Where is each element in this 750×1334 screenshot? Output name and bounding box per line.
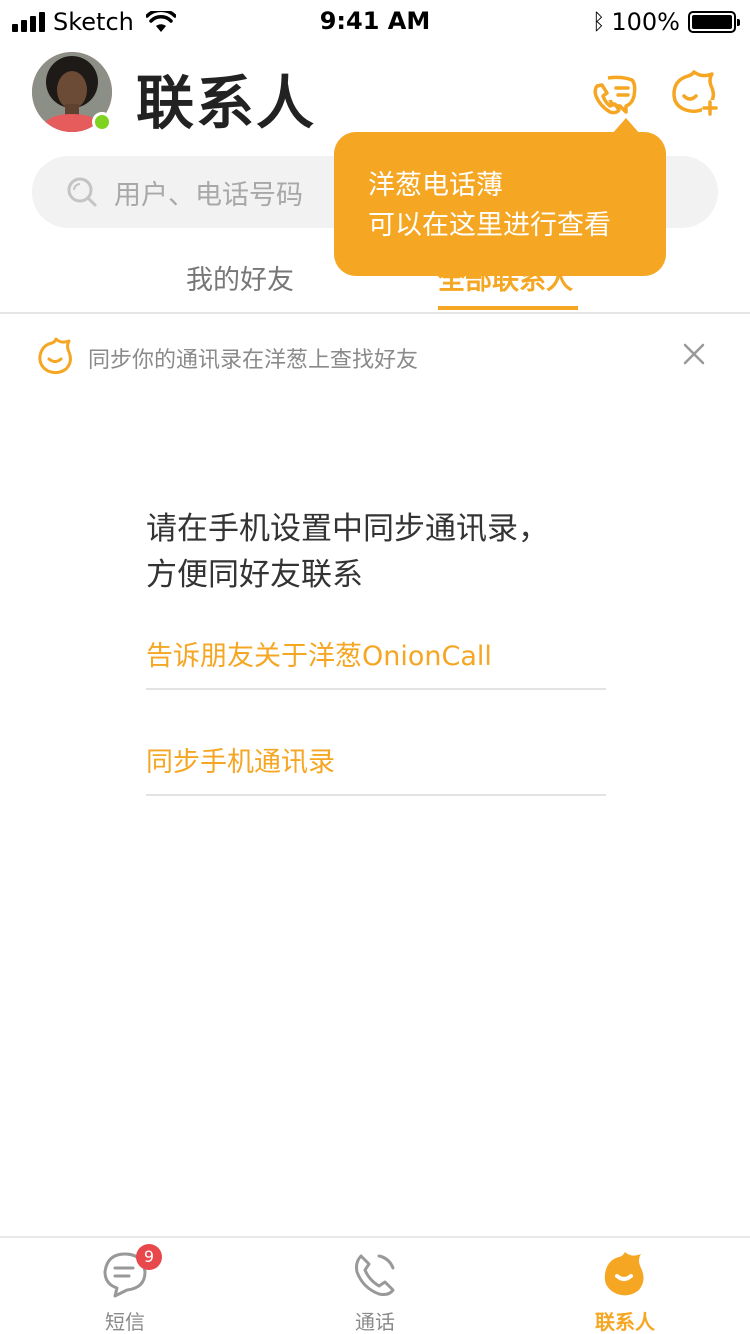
tooltip-line-2: 可以在这里进行查看: [368, 210, 611, 241]
tab-my-friends[interactable]: 我的好友: [186, 258, 294, 297]
nav-item-calls[interactable]: 通话: [250, 1238, 500, 1334]
empty-state-line-2: 方便同好友联系: [146, 557, 363, 593]
nav-label-calls: 通话: [355, 1310, 395, 1334]
battery-icon: [688, 11, 740, 33]
divider: [146, 794, 606, 796]
close-icon[interactable]: [678, 338, 710, 370]
search-placeholder: 用户、电话号码: [114, 179, 303, 211]
phonebook-icon[interactable]: [588, 66, 640, 118]
add-contact-icon[interactable]: [668, 66, 720, 118]
unread-badge: 9: [136, 1244, 162, 1270]
onion-icon: [604, 1252, 644, 1296]
onion-logo-icon: [38, 337, 72, 375]
nav-item-messages[interactable]: 9 短信: [0, 1238, 250, 1334]
phonebook-tooltip[interactable]: 洋葱电话薄 可以在这里进行查看: [334, 132, 666, 276]
online-status-dot: [92, 112, 112, 132]
nav-label-contacts: 联系人: [595, 1310, 655, 1334]
empty-state-message: 请在手机设置中同步通讯录， 方便同好友联系: [146, 506, 626, 598]
page-title: 联系人: [136, 69, 317, 137]
empty-state-line-1: 请在手机设置中同步通讯录，: [146, 511, 549, 547]
phone-icon: [355, 1254, 395, 1296]
divider: [146, 688, 606, 690]
search-icon: [67, 177, 97, 207]
status-bar: Sketch 9:41 AM ᛒ 100%: [0, 0, 750, 40]
sync-banner-text: 同步你的通讯录在洋葱上查找好友: [88, 348, 419, 373]
tooltip-line-1: 洋葱电话薄: [368, 170, 503, 201]
sync-contacts-link[interactable]: 同步手机通讯录: [146, 740, 606, 779]
bluetooth-icon: ᛒ: [592, 9, 606, 35]
nav-label-messages: 短信: [105, 1310, 145, 1334]
battery-percent: 100%: [611, 8, 680, 36]
tell-friends-link[interactable]: 告诉朋友关于洋葱OnionCall: [146, 634, 606, 673]
sync-banner: 同步你的通讯录在洋葱上查找好友: [0, 316, 750, 396]
nav-item-contacts[interactable]: 联系人: [500, 1238, 750, 1334]
active-tab-indicator: [438, 306, 578, 310]
bottom-nav: 9 短信 通话 联系人: [0, 1236, 750, 1334]
